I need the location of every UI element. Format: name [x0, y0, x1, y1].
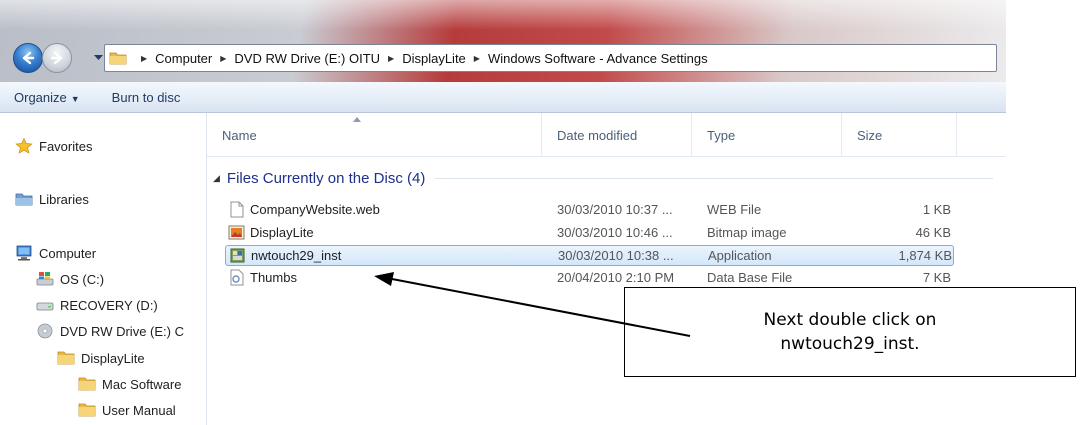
file-date: 30/03/2010 10:38 ...	[558, 248, 674, 263]
file-size: 1,874 KB	[898, 248, 953, 263]
address-bar[interactable]: ▶ Computer ▶ DVD RW Drive (E:) OITU ▶ Di…	[104, 44, 997, 72]
file-type: Application	[708, 248, 772, 263]
column-header-name[interactable]: Name	[207, 113, 542, 157]
breadcrumb-separator-icon[interactable]: ▶	[474, 54, 480, 63]
blank-file-icon	[230, 201, 244, 218]
breadcrumb-computer[interactable]: Computer	[155, 51, 212, 66]
nav-label: Computer	[39, 245, 97, 261]
sort-ascending-icon	[353, 117, 361, 122]
file-name: Thumbs	[250, 270, 297, 285]
installer-app-icon	[230, 248, 245, 263]
file-type: Bitmap image	[707, 225, 787, 240]
instruction-callout: Next double click on nwtouch29_inst.	[624, 287, 1076, 377]
callout-line-1: Next double click on	[763, 310, 937, 330]
collapse-triangle-icon[interactable]: ◢	[213, 173, 220, 184]
table-row[interactable]: DisplayLite 30/03/2010 10:46 ... Bitmap …	[225, 223, 954, 244]
file-name-cell: CompanyWebsite.web	[228, 200, 554, 219]
nav-item-mac-software[interactable]: Mac Software	[78, 376, 181, 392]
nav-item-computer[interactable]: Computer	[15, 245, 96, 261]
nav-item-favorites[interactable]: Favorites	[15, 138, 92, 154]
arrow-right-icon	[50, 51, 63, 65]
file-name: nwtouch29_inst	[251, 248, 342, 263]
command-bar: Organize ▼ Burn to disc	[0, 82, 1006, 113]
file-size: 1 KB	[922, 202, 951, 217]
column-label: Date modified	[557, 127, 638, 143]
folder-icon	[109, 52, 127, 65]
column-label: Type	[707, 127, 736, 143]
nav-label: User Manual	[102, 402, 176, 418]
bitmap-image-icon	[228, 225, 245, 240]
breadcrumb-displaylite[interactable]: DisplayLite	[402, 51, 466, 66]
column-header-type[interactable]: Type	[692, 113, 842, 157]
file-name-cell: nwtouch29_inst	[229, 246, 555, 265]
breadcrumb-separator-icon[interactable]: ▶	[388, 54, 394, 63]
group-label: Files Currently on the Disc (4)	[226, 169, 426, 187]
organize-label: Organize	[14, 89, 67, 105]
file-type: WEB File	[707, 202, 762, 217]
column-label: Size	[857, 127, 883, 143]
file-size: 7 KB	[922, 270, 951, 285]
nav-label: RECOVERY (D:)	[60, 297, 158, 313]
file-date: 30/03/2010 10:37 ...	[557, 202, 673, 217]
title-bar: ▶ Computer ▶ DVD RW Drive (E:) OITU ▶ Di…	[0, 0, 1006, 82]
nav-item-recovery-d[interactable]: RECOVERY (D:)	[36, 297, 158, 313]
burn-to-disc-button[interactable]: Burn to disc	[104, 90, 189, 105]
column-header-date-modified[interactable]: Date modified	[542, 113, 692, 157]
column-header-row: Name Date modified Type Size	[207, 113, 1006, 157]
table-row[interactable]: CompanyWebsite.web 30/03/2010 10:37 ... …	[225, 200, 954, 221]
file-list-pane: Name Date modified Type Size ◢ Files Cur…	[207, 113, 1006, 425]
file-name-cell: Thumbs	[228, 268, 554, 287]
nav-label: OS (C:)	[60, 271, 105, 287]
nav-item-dvd-drive[interactable]: DVD RW Drive (E:) C	[36, 323, 184, 339]
nav-label: DisplayLite	[81, 350, 145, 366]
file-name-cell: DisplayLite	[228, 223, 554, 242]
arrow-left-icon	[22, 51, 35, 65]
hard-drive-icon	[36, 302, 54, 311]
column-header-size[interactable]: Size	[842, 113, 957, 157]
file-size: 46 KB	[915, 225, 951, 240]
recent-pages-dropdown-icon[interactable]	[94, 54, 103, 61]
disc-icon	[37, 323, 53, 339]
breadcrumb-dvd-drive[interactable]: DVD RW Drive (E:) OITU	[234, 51, 380, 66]
folder-icon	[57, 351, 75, 365]
nav-label: Favorites	[39, 138, 93, 154]
nav-label: Libraries	[39, 191, 89, 207]
computer-icon	[16, 245, 32, 261]
nav-label: DVD RW Drive (E:) C	[60, 323, 184, 339]
database-file-icon	[230, 269, 244, 286]
nav-item-libraries[interactable]: Libraries	[15, 191, 89, 207]
library-icon	[15, 193, 33, 206]
callout-line-2: nwtouch29_inst.	[780, 334, 920, 354]
organize-button[interactable]: Organize ▼	[6, 90, 88, 105]
column-label: Name	[222, 127, 257, 143]
file-date: 20/04/2010 2:10 PM	[557, 270, 675, 285]
breadcrumb-windows-software[interactable]: Windows Software - Advance Settings	[488, 51, 708, 66]
breadcrumb-separator-icon[interactable]: ▶	[141, 54, 147, 63]
navigation-pane: Favorites Libraries Computer OS (C:) REC…	[0, 113, 207, 425]
file-name: DisplayLite	[250, 225, 314, 240]
nav-label: Mac Software	[102, 376, 182, 392]
nav-item-user-manual[interactable]: User Manual	[78, 402, 176, 418]
table-row-selected[interactable]: nwtouch29_inst 30/03/2010 10:38 ... Appl…	[225, 245, 954, 266]
star-icon	[15, 138, 33, 154]
nav-item-os-c[interactable]: OS (C:)	[36, 271, 104, 287]
breadcrumb-separator-icon[interactable]: ▶	[220, 54, 226, 63]
group-divider	[435, 177, 993, 179]
file-date: 30/03/2010 10:46 ...	[557, 225, 673, 240]
back-button[interactable]	[13, 43, 43, 73]
nav-item-displaylite[interactable]: DisplayLite	[57, 350, 145, 366]
forward-button[interactable]	[42, 43, 72, 73]
drive-windows-icon	[36, 272, 54, 286]
chevron-down-icon: ▼	[70, 93, 80, 104]
folder-icon	[78, 403, 96, 417]
folder-icon	[78, 377, 96, 391]
table-row[interactable]: Thumbs 20/04/2010 2:10 PM Data Base File…	[225, 268, 954, 289]
file-name: CompanyWebsite.web	[250, 202, 380, 217]
group-header[interactable]: ◢ Files Currently on the Disc (4)	[213, 166, 993, 190]
file-type: Data Base File	[707, 270, 793, 285]
